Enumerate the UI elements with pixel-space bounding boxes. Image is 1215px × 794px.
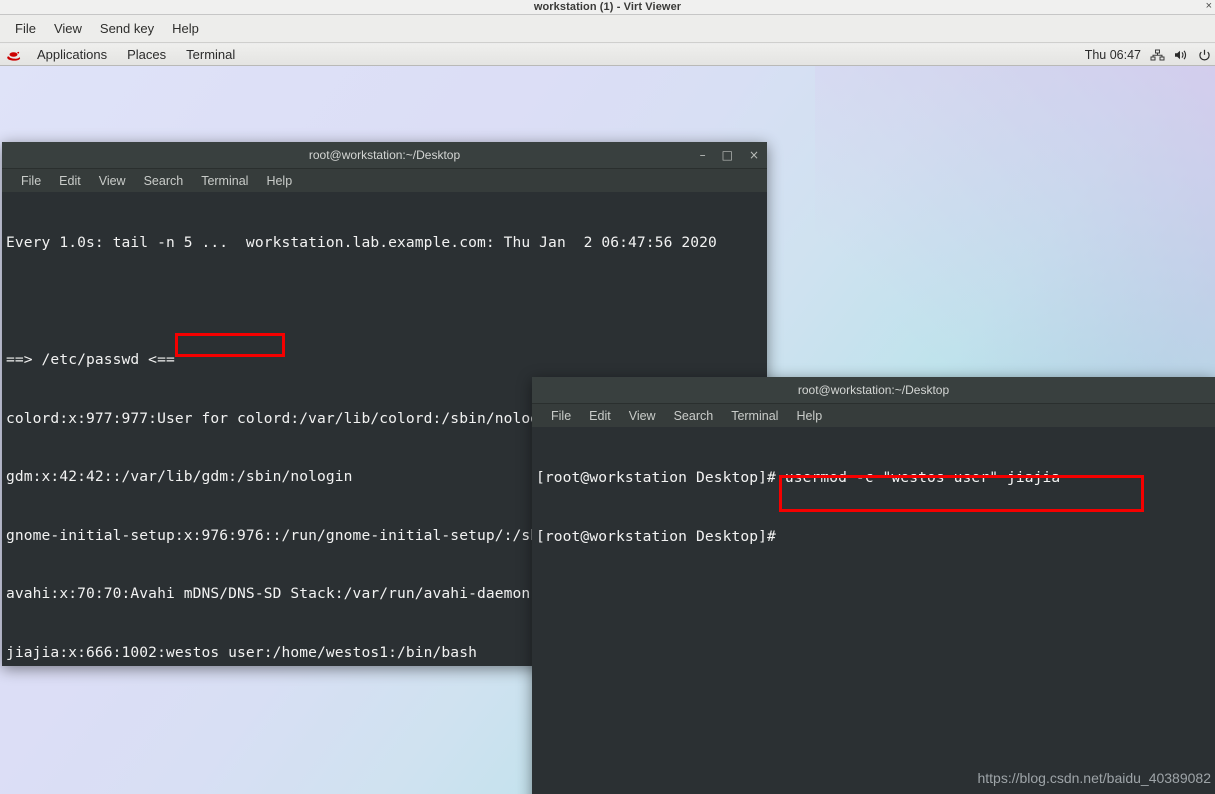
terminal1-titlebar[interactable]: root@workstation:~/Desktop – □ × <box>2 142 767 169</box>
menu-item-view[interactable]: View <box>45 19 91 38</box>
gnome-panel-right: Thu 06:47 <box>1085 44 1211 66</box>
gnome-menu-applications[interactable]: Applications <box>27 47 117 62</box>
terminal-line: ==> /etc/passwd <== <box>6 351 175 368</box>
terminal1-title: root@workstation:~/Desktop <box>308 148 461 162</box>
terminal1-menu-edit[interactable]: Edit <box>50 174 90 188</box>
terminal-command-line: [root@workstation Desktop]# usermod -c "… <box>536 469 1061 486</box>
window-title: workstation (1) - Virt Viewer <box>533 1 682 13</box>
virt-viewer-window: workstation (1) - Virt Viewer × File Vie… <box>0 0 1215 794</box>
terminal2-menu-view[interactable]: View <box>620 409 665 423</box>
terminal2-menu-search[interactable]: Search <box>665 409 723 423</box>
close-icon[interactable]: × <box>1206 0 1212 13</box>
terminal2-menubar: File Edit View Search Terminal Help <box>532 404 1215 427</box>
terminal1-menubar: File Edit View Search Terminal Help <box>2 169 767 192</box>
watermark-url: https://blog.csdn.net/baidu_40389082 <box>977 770 1211 786</box>
terminal-window-command[interactable]: root@workstation:~/Desktop File Edit Vie… <box>532 377 1215 794</box>
terminal2-menu-terminal[interactable]: Terminal <box>722 409 787 423</box>
close-icon[interactable]: × <box>749 149 759 161</box>
virt-viewer-titlebar: workstation (1) - Virt Viewer × <box>0 0 1215 15</box>
gnome-menu-terminal[interactable]: Terminal <box>176 47 245 62</box>
terminal2-titlebar[interactable]: root@workstation:~/Desktop <box>532 377 1215 404</box>
terminal1-menu-file[interactable]: File <box>12 174 50 188</box>
terminal1-window-buttons: – □ × <box>700 142 759 168</box>
network-icon[interactable] <box>1150 49 1165 61</box>
desktop-wallpaper: root@workstation:~/Desktop – □ × File Ed… <box>0 66 1215 794</box>
terminal-prompt-line: [root@workstation Desktop]# <box>536 527 785 545</box>
terminal2-menu-edit[interactable]: Edit <box>580 409 620 423</box>
virt-viewer-menubar: File View Send key Help <box>0 15 1215 43</box>
redhat-logo-icon <box>6 49 22 61</box>
power-icon[interactable] <box>1198 49 1211 62</box>
terminal-line: Every 1.0s: tail -n 5 ... workstation.la… <box>6 234 717 251</box>
terminal2-menu-file[interactable]: File <box>542 409 580 423</box>
terminal2-title: root@workstation:~/Desktop <box>797 383 950 397</box>
maximize-icon[interactable]: □ <box>722 149 733 161</box>
volume-icon[interactable] <box>1174 49 1189 61</box>
terminal1-menu-view[interactable]: View <box>90 174 135 188</box>
gnome-menu-places[interactable]: Places <box>117 47 176 62</box>
clock[interactable]: Thu 06:47 <box>1085 48 1141 62</box>
minimize-icon[interactable]: – <box>700 149 706 161</box>
terminal1-menu-search[interactable]: Search <box>135 174 193 188</box>
terminal1-menu-terminal[interactable]: Terminal <box>192 174 257 188</box>
gnome-top-panel: Applications Places Terminal Thu 06:47 <box>0 44 1215 66</box>
menu-item-help[interactable]: Help <box>163 19 208 38</box>
menu-item-send-key[interactable]: Send key <box>91 19 163 38</box>
menu-item-file[interactable]: File <box>6 19 45 38</box>
gnome-panel-left: Applications Places Terminal <box>0 47 245 62</box>
terminal2-output[interactable]: [root@workstation Desktop]# usermod -c "… <box>532 427 1215 794</box>
terminal1-menu-help[interactable]: Help <box>257 174 301 188</box>
terminal2-menu-help[interactable]: Help <box>787 409 831 423</box>
